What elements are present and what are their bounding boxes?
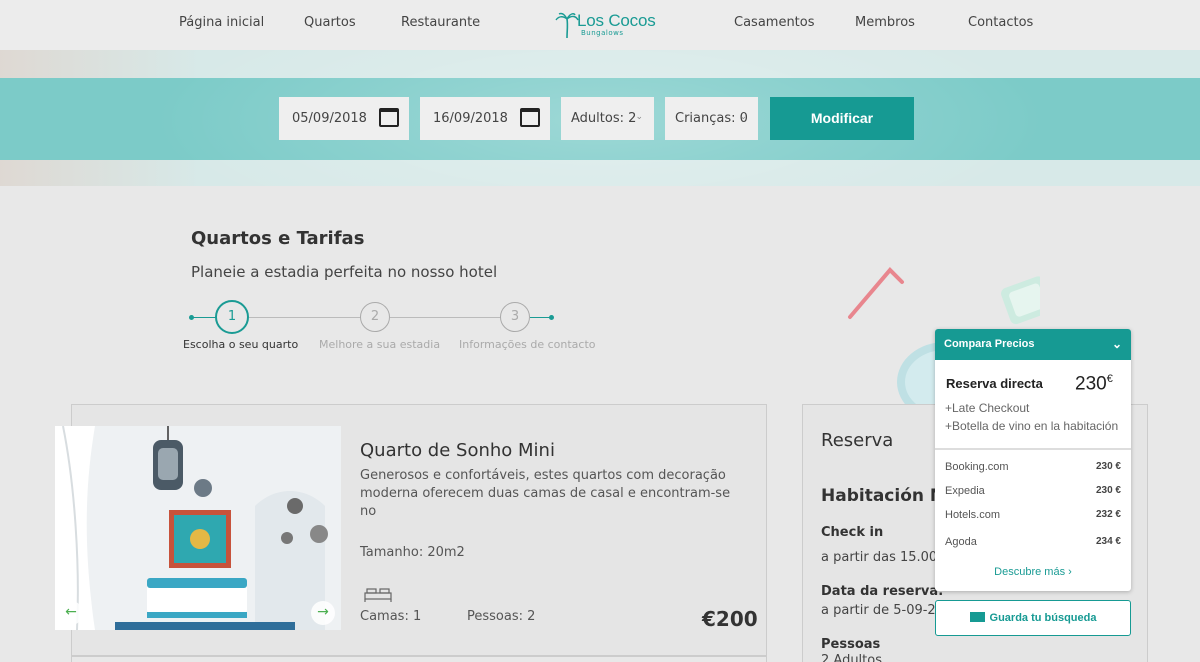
step-2-circle: 2 [360,302,390,332]
compare-divider [935,448,1131,450]
room-description: Generosos e confortáveis, estes quartos … [360,468,731,519]
direct-booking-label: Reserva directa [946,376,1043,391]
logo-name: Los Cocos [577,11,656,30]
checkin-date-field[interactable]: 05/09/2018 [279,97,409,140]
checkin-date-value: 05/09/2018 [292,111,367,126]
room-price: €200 [702,607,758,631]
perk-item: +Late Checkout [945,401,1030,415]
next-room-card [71,656,767,662]
chevron-down-icon: ⌄ [739,112,747,122]
booking-date-value: a partir de 5-09-201 [821,603,953,618]
logo[interactable]: Los Cocos Bungalows [555,9,656,41]
logo-subtitle: Bungalows [581,29,624,37]
step-2-label: Melhore a sua estadia [319,338,441,351]
checkin-label: Check in [821,525,884,540]
discover-more-label: Descubre más [994,566,1066,578]
checkin-value: a partir das 15.00h [821,550,946,565]
nav-restaurant[interactable]: Restaurante [401,15,480,30]
step-3-circle: 3 [500,302,530,332]
stepper-line [530,317,551,318]
checkout-date-value: 16/09/2018 [433,111,508,126]
nav-weddings[interactable]: Casamentos [734,15,815,30]
offer-row[interactable]: Agoda 234 € [945,536,1121,548]
compare-header-label: Compara Precios [944,338,1035,350]
offer-row[interactable]: Expedia 230 € [945,485,1121,497]
nav-home[interactable]: Página inicial [179,15,264,30]
nav-rooms[interactable]: Quartos [304,15,356,30]
offer-row[interactable]: Booking.com 230 € [945,461,1121,473]
stepper-line [249,317,361,318]
offer-price: 230 € [1095,461,1121,472]
offer-site: Hotels.com [945,509,1001,521]
booking-date-label: Data da reserva: [821,584,944,599]
calendar-icon [379,108,399,127]
children-value: Crianças: 0 [675,111,748,126]
top-navigation: Página inicial Quartos Restaurante Los C… [0,0,1200,50]
offer-row[interactable]: Hotels.com 232 € [945,509,1121,521]
modify-button[interactable]: Modificar [770,97,914,140]
price-compare-widget: Compara Precios ⌄ Reserva directa 230€ +… [935,329,1131,591]
hero-search-banner: 05/09/2018 16/09/2018 Adultos: 2 ⌄ Crian… [0,50,1200,186]
people-value: 2 Adultos [821,653,882,662]
compare-header[interactable]: Compara Precios ⌄ [935,329,1131,360]
bed-icon [364,588,392,602]
save-search-label: Guarda tu búsqueda [989,612,1097,624]
room-title[interactable]: Quarto de Sonho Mini [360,440,555,461]
direct-price-currency: € [1106,373,1113,385]
nav-contacts[interactable]: Contactos [968,15,1033,30]
reservation-title: Reserva [821,430,894,451]
page-subtitle: Planeie a estadia perfeita no nosso hote… [191,263,498,281]
room-people: Pessoas: 2 [467,609,536,624]
room-photo-illustration [55,426,341,630]
stepper-line [192,317,216,318]
room-size: Tamanho: 20m2 [360,545,465,560]
chevron-down-icon: ⌄ [635,112,643,122]
direct-price-value: 230 [1075,373,1107,395]
nav-members[interactable]: Membros [855,15,915,30]
adults-select[interactable]: Adultos: 2 ⌄ [561,97,654,140]
direct-booking-price: 230€ [1075,373,1113,395]
palm-tree-icon [555,12,579,39]
arrow-left-icon[interactable]: ← [59,601,83,625]
offer-site: Booking.com [945,461,1009,473]
reservation-room-name: Habitación Mi [821,486,953,506]
stepper-line [390,317,501,318]
step-3-label: Informações de contacto [459,338,596,351]
offer-site: Expedia [945,485,985,497]
offer-price: 230 € [1095,485,1121,496]
stepper-end-dot [549,315,554,320]
perk-item: +Botella de vino en la habitación [945,419,1119,433]
offer-price: 234 € [1095,536,1121,547]
save-search-button[interactable]: Guarda tu búsqueda [935,600,1131,636]
children-select[interactable]: Crianças: 0 ⌄ [665,97,758,140]
calendar-icon [520,108,540,127]
offer-site: Agoda [945,536,977,548]
room-photo[interactable] [55,426,341,630]
chevron-down-icon[interactable]: ⌄ [1112,329,1122,360]
page-title: Quartos e Tarifas [191,228,365,249]
room-beds: Camas: 1 [360,609,422,624]
chevron-right-icon: › [1068,566,1072,578]
people-label: Pessoas [821,637,881,652]
checkout-date-field[interactable]: 16/09/2018 [420,97,550,140]
discover-more-link[interactable]: Descubre más › [935,566,1131,578]
mail-icon [969,612,985,622]
step-1-circle[interactable]: 1 [215,300,249,334]
offer-price: 232 € [1095,509,1121,520]
step-1-label: Escolha o seu quarto [183,338,299,351]
adults-value: Adultos: 2 [571,111,637,126]
arrow-right-icon[interactable]: → [311,601,335,625]
